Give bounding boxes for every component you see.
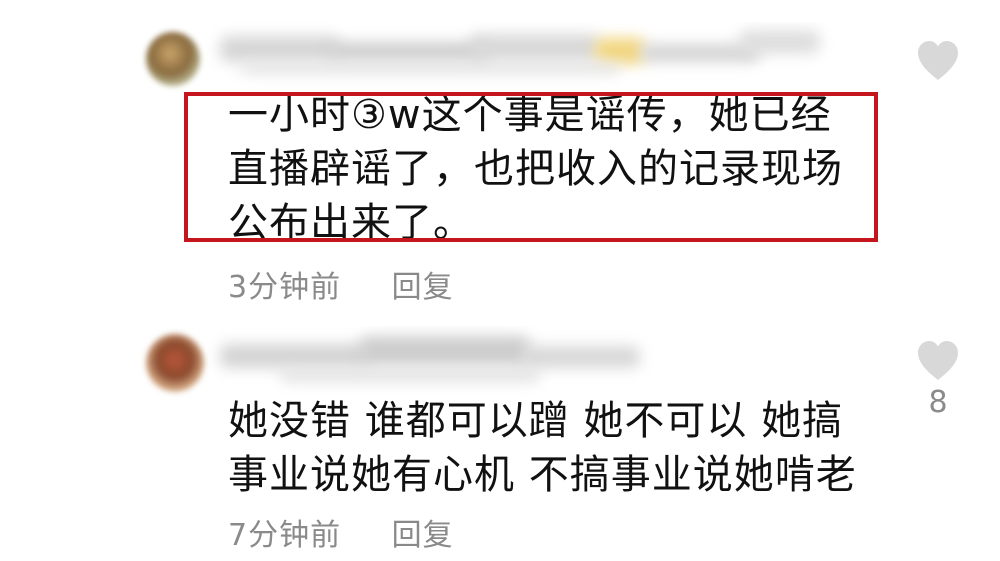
avatar[interactable] [146, 32, 200, 86]
avatar[interactable] [146, 334, 204, 392]
comment-meta: 7分钟前 回复 [228, 510, 454, 554]
heart-icon [918, 341, 958, 380]
like-count: 8 [928, 385, 948, 420]
comment-item: 一小时③w这个事是谣传，她已经直播辟谣了，也把收入的记录现场公布出来了。 3分钟… [0, 0, 1000, 310]
comment-time: 7分钟前 [228, 518, 342, 553]
highlight-box [184, 92, 878, 242]
comment-text: 她没错 谁都可以蹭 她不可以 她搞事业说她有心机 不搞事业说她啃老 [228, 398, 857, 498]
like-button[interactable] [910, 38, 966, 82]
comment-item: 她没错 谁都可以蹭 她不可以 她搞事业说她有心机 不搞事业说她啃老 7分钟前 回… [0, 310, 1000, 561]
comment-time: 3分钟前 [228, 270, 342, 305]
like-button[interactable]: 8 [910, 338, 966, 420]
reply-button[interactable]: 回复 [392, 510, 454, 554]
blurred-user-header [140, 22, 840, 92]
reply-button[interactable]: 回复 [392, 262, 454, 306]
comment-meta: 3分钟前 回复 [228, 262, 454, 306]
heart-icon [918, 41, 958, 80]
